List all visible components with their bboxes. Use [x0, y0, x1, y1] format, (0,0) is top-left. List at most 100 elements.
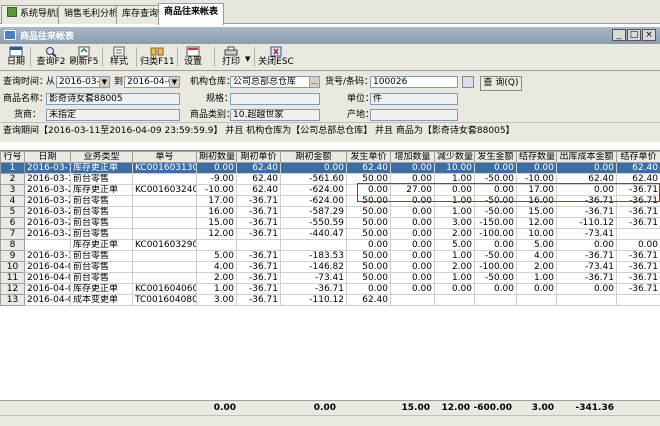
- row-number: 10: [0, 261, 25, 273]
- column-header[interactable]: 期初金额: [280, 151, 347, 163]
- table-cell: 0.00: [516, 162, 557, 174]
- toolbar: 日期 查询F2 刷新F5 样式 归类F11 设置 打印 ▼ 关闭ESC: [0, 44, 660, 71]
- close-window-button[interactable]: ×: [642, 29, 656, 41]
- column-header[interactable]: 结存单价: [616, 151, 660, 163]
- column-header[interactable]: 日期: [24, 151, 71, 163]
- refresh-button[interactable]: 刷新F5: [68, 46, 100, 70]
- print-dropdown-arrow[interactable]: ▼: [245, 55, 250, 63]
- table-cell: 2016-03-24: [24, 184, 71, 196]
- date-button[interactable]: 日期: [4, 46, 28, 70]
- table-cell: -624.00: [280, 195, 347, 207]
- table-cell: 62.40: [236, 184, 281, 196]
- date-to-input[interactable]: 2016-04-09 ▼: [124, 76, 180, 88]
- table-row[interactable]: 62016-03-28前台零售15.00-36.71-550.5950.000.…: [0, 217, 660, 229]
- table-row[interactable]: 122016-04-06库存更正单KC0016040600011.00-36.7…: [0, 283, 660, 295]
- table-cell: [390, 294, 435, 306]
- unit-input[interactable]: 件: [370, 93, 458, 105]
- settings-icon: [186, 46, 200, 57]
- image-icon[interactable]: [462, 76, 474, 88]
- table-cell: -36.71: [616, 283, 660, 295]
- table-cell: [556, 294, 617, 306]
- table-cell: -110.12: [280, 294, 347, 306]
- table-cell: -36.71: [280, 283, 347, 295]
- code-input[interactable]: 100026: [370, 76, 458, 88]
- table-cell: 2016-04-01: [24, 261, 71, 273]
- table-cell: 2.00: [516, 261, 557, 273]
- table-cell: [516, 294, 557, 306]
- chevron-down-icon[interactable]: ▼: [169, 77, 179, 87]
- origin-input[interactable]: [370, 109, 458, 121]
- column-header[interactable]: 发生金额: [474, 151, 517, 163]
- column-header[interactable]: 发生单价: [346, 151, 391, 163]
- spec-input[interactable]: [230, 93, 320, 105]
- table-cell: 2016-03-26: [24, 195, 71, 207]
- refresh-icon: [78, 46, 90, 57]
- settings-button[interactable]: 设置: [181, 46, 205, 70]
- document-tabs: 系统导航图 销售毛利分析 库存查询 商品往来帐表: [0, 0, 660, 25]
- query-condition-text: 查询期间【2016-03-11至2016-04-09 23:59:59.9】 并…: [0, 122, 660, 142]
- table-cell: 0.00: [346, 239, 391, 251]
- maximize-button[interactable]: □: [627, 29, 641, 41]
- tab-sales-profit[interactable]: 销售毛利分析: [58, 5, 125, 24]
- table-cell: -36.71: [616, 272, 660, 284]
- style-button[interactable]: 样式: [106, 46, 132, 70]
- table-cell: -36.71: [556, 272, 617, 284]
- table-row[interactable]: 52016-03-27前台零售16.00-36.71-587.2950.000.…: [0, 206, 660, 218]
- tab-stock-query[interactable]: 库存查询: [116, 5, 165, 24]
- column-header[interactable]: 业务类型: [70, 151, 133, 163]
- horizontal-scrollbar[interactable]: [0, 415, 660, 426]
- highlight-box: [357, 183, 660, 202]
- tab-goods-ledger[interactable]: 商品往来帐表: [158, 3, 225, 25]
- table-cell: 1.00: [434, 250, 475, 262]
- table-cell: 50.00: [346, 206, 391, 218]
- table-row[interactable]: 92016-03-30前台零售5.00-36.71-183.5350.000.0…: [0, 250, 660, 262]
- ellipsis-icon[interactable]: …: [309, 77, 319, 87]
- table-cell: [132, 272, 197, 284]
- table-cell: 2016-03-14: [24, 173, 71, 185]
- table-cell: 62.40: [236, 173, 281, 185]
- close-button[interactable]: 关闭ESC: [258, 46, 294, 70]
- window-title: 商品往来帐表: [20, 32, 75, 42]
- table-cell: 0.00: [390, 261, 435, 273]
- group-button[interactable]: 归类F11: [140, 46, 175, 70]
- table-cell: [236, 239, 281, 251]
- table-cell: [132, 228, 197, 240]
- table-row[interactable]: 12016-03-13库存更正单KC0016031300010.0062.400…: [0, 162, 660, 174]
- column-header[interactable]: 减少数量: [434, 151, 475, 163]
- total-qty-begin: 0.00: [213, 403, 236, 413]
- column-header[interactable]: 行号: [0, 151, 25, 163]
- table-cell: 0.00: [474, 283, 517, 295]
- row-number: 1: [0, 162, 25, 174]
- table-row[interactable]: 102016-04-01前台零售4.00-36.71-146.8250.000.…: [0, 261, 660, 273]
- table-cell: 0.00: [556, 239, 617, 251]
- table-cell: -550.59: [280, 217, 347, 229]
- query-submit-button[interactable]: 查 询(Q): [480, 76, 522, 91]
- table-row[interactable]: 72016-03-29前台零售 12.00-36.71-440.4750.000.…: [0, 228, 660, 240]
- row-number: 8: [0, 239, 25, 251]
- column-header[interactable]: 增加数量: [390, 151, 435, 163]
- warehouse-label: 机构仓库：: [190, 77, 236, 87]
- shelf-input[interactable]: 未指定: [46, 109, 180, 121]
- table-cell: 5.00: [196, 250, 237, 262]
- table-cell: 16.00: [196, 206, 237, 218]
- table-row[interactable]: 132016-04-08成本变更单TC0016040800013.00-36.7…: [0, 294, 660, 306]
- table-cell: 0.00: [390, 217, 435, 229]
- table-row[interactable]: 112016-04-03前台零售2.00-36.71-73.4150.000.0…: [0, 272, 660, 284]
- warehouse-input[interactable]: 公司总部总仓库…: [230, 76, 320, 88]
- table-cell: [132, 173, 197, 185]
- print-button[interactable]: 打印: [218, 46, 244, 70]
- table-cell: 2016-04-03: [24, 272, 71, 284]
- minimize-button[interactable]: _: [612, 29, 626, 41]
- chevron-down-icon[interactable]: ▼: [99, 77, 109, 87]
- column-header[interactable]: 出库成本金额: [556, 151, 617, 163]
- name-input[interactable]: 影奇诗女套88005: [46, 93, 180, 105]
- column-header[interactable]: 单号: [132, 151, 197, 163]
- table-row[interactable]: 8库存更正单KC0016032900010.000.005.000.005.00…: [0, 239, 660, 251]
- category-input[interactable]: 10.超越世家: [230, 109, 320, 121]
- date-from-input[interactable]: 2016-03-11 ▼: [56, 76, 110, 88]
- column-header[interactable]: 期初数量: [196, 151, 237, 163]
- column-header[interactable]: 期初单价: [236, 151, 281, 163]
- query-button[interactable]: 查询F2: [35, 46, 67, 70]
- grid-header: 行号 日期 业务类型 单号 期初数量 期初单价 期初金额 发生单价 增加数量 减少数量 发生金额 结存…: [0, 151, 660, 163]
- column-header[interactable]: 结存数量: [516, 151, 557, 163]
